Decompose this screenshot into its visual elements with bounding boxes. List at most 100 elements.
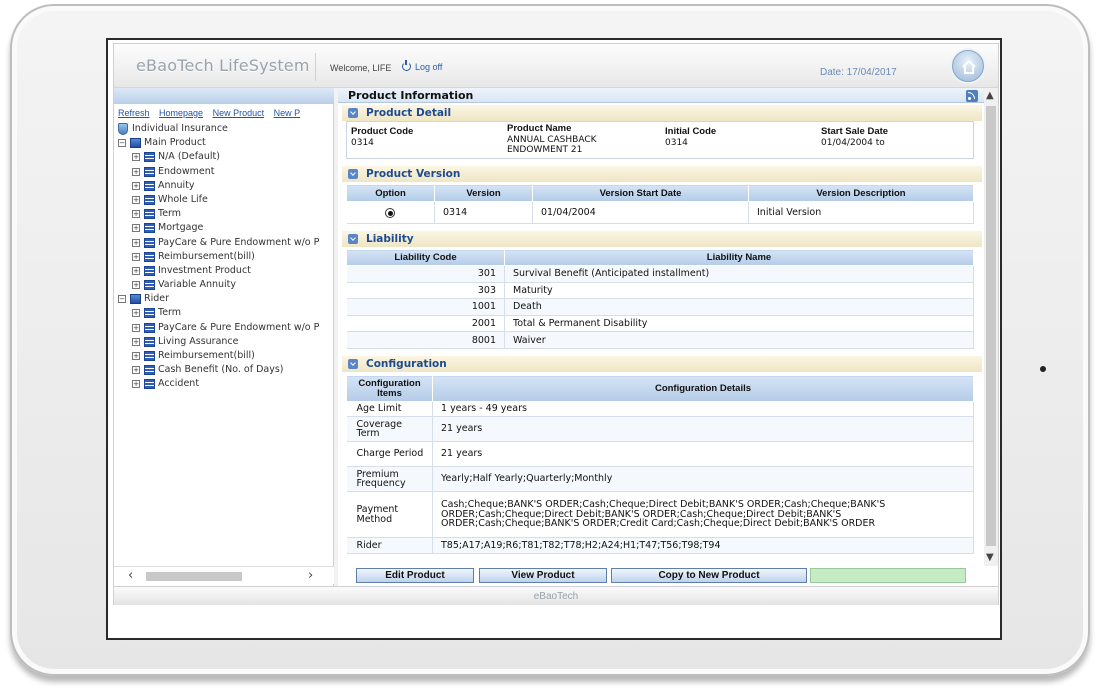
current-date: Date: 17/04/2017 (820, 67, 897, 78)
copy-to-new-product-button[interactable]: Copy to New Product (611, 568, 807, 583)
table-row: 303 Maturity (346, 282, 974, 300)
tree-node-label[interactable]: Annuity (158, 179, 195, 193)
collapse-icon[interactable] (348, 108, 358, 118)
column-header: Option (346, 184, 435, 202)
tree-node-label[interactable]: Whole Life (158, 193, 208, 207)
table-row: 8001 Waiver (346, 331, 974, 349)
edit-product-button[interactable]: Edit Product (356, 568, 474, 583)
power-icon (402, 60, 411, 71)
homepage-link[interactable]: Homepage (159, 108, 203, 118)
tree-node-label[interactable]: Reimbursement(bill) (158, 349, 255, 363)
expand-icon[interactable]: + (132, 309, 140, 318)
tree-node-label[interactable]: Mortgage (158, 221, 203, 235)
horizontal-scrollbar[interactable]: ‹ › (114, 566, 334, 584)
tree-node[interactable]: + Variable Annuity (118, 278, 332, 292)
tree-node-label[interactable]: Individual Insurance (132, 122, 228, 136)
view-product-button[interactable]: View Product (479, 568, 607, 583)
tree-node[interactable]: Individual Insurance (118, 122, 332, 136)
scroll-thumb[interactable] (146, 572, 242, 581)
scroll-right-icon[interactable]: › (308, 568, 313, 583)
tree-node-label[interactable]: Endowment (158, 165, 214, 179)
expand-icon[interactable]: + (132, 337, 140, 346)
expand-icon[interactable]: + (132, 167, 140, 176)
logoff-link[interactable]: Log off (402, 60, 442, 72)
tree-node-label[interactable]: Term (158, 207, 181, 221)
tree-node[interactable]: − Rider (118, 292, 332, 306)
new-product-link[interactable]: New Product (213, 108, 265, 118)
scroll-left-icon[interactable]: ‹ (128, 568, 133, 583)
collapse-icon[interactable] (348, 359, 358, 369)
tree-node-label[interactable]: Accident (158, 377, 199, 391)
scroll-thumb[interactable] (986, 106, 996, 546)
expand-icon[interactable]: + (132, 366, 140, 375)
section-configuration[interactable]: Configuration (342, 356, 982, 372)
tree-node[interactable]: + Living Assurance (118, 335, 332, 349)
tree-node[interactable]: + PayCare & Pure Endowment w/o P (118, 236, 332, 250)
tree-node-label[interactable]: N/A (Default) (158, 150, 220, 164)
expand-icon[interactable]: + (132, 210, 140, 219)
home-button[interactable] (952, 50, 984, 82)
collapse-icon[interactable]: − (118, 139, 126, 148)
tree-node[interactable]: + Annuity (118, 179, 332, 193)
collapse-icon[interactable] (348, 169, 358, 179)
section-liability[interactable]: Liability (342, 231, 982, 247)
tree-node-label[interactable]: Living Assurance (158, 335, 239, 349)
tree-node-label[interactable]: Reimbursement(bill) (158, 250, 255, 264)
new-package-link[interactable]: New P (274, 108, 301, 118)
tree-node[interactable]: + Reimbursement(bill) (118, 349, 332, 363)
list-icon (144, 180, 155, 191)
list-icon (144, 237, 155, 248)
list-icon (144, 265, 155, 276)
version-radio[interactable] (385, 207, 396, 218)
expand-icon[interactable]: + (132, 352, 140, 360)
tree-node-label[interactable]: Term (158, 306, 181, 320)
tree-node-label[interactable]: Investment Product (158, 264, 251, 278)
collapse-icon[interactable]: − (118, 295, 126, 304)
expand-icon[interactable]: + (132, 238, 140, 247)
tree-node[interactable]: + Term (118, 207, 332, 221)
tree-node[interactable]: + Whole Life (118, 193, 332, 207)
option-cell[interactable] (346, 201, 435, 224)
expand-icon[interactable]: + (132, 266, 140, 275)
tree-node[interactable]: + Endowment (118, 165, 332, 179)
tree-node[interactable]: + PayCare & Pure Endowment w/o P (118, 321, 332, 335)
expand-icon[interactable]: + (132, 252, 140, 261)
tree-node[interactable]: + Mortgage (118, 221, 332, 235)
section-product-version[interactable]: Product Version (342, 166, 982, 182)
tree-node-label[interactable]: Main Product (144, 136, 206, 150)
expand-icon[interactable]: + (132, 380, 140, 389)
expand-icon[interactable]: + (132, 224, 140, 233)
tree-node-label[interactable]: Cash Benefit (No. of Days) (158, 363, 284, 377)
liability-name: Maturity (504, 282, 974, 300)
product-tree: Individual Insurance − Main Product + N/A (D… (118, 122, 332, 392)
list-icon (144, 166, 155, 177)
tree-node[interactable]: + Investment Product (118, 264, 332, 278)
tree-node[interactable]: + N/A (Default) (118, 150, 332, 164)
expand-icon[interactable]: + (132, 281, 140, 290)
tree-node[interactable]: + Accident (118, 377, 332, 391)
collapse-icon[interactable] (348, 234, 358, 244)
tree-node[interactable]: − Main Product (118, 136, 332, 150)
scroll-down-icon[interactable]: ▼ (986, 552, 994, 563)
tree-node[interactable]: + Reimbursement(bill) (118, 250, 332, 264)
config-item: Rider (346, 537, 433, 554)
expand-icon[interactable]: + (132, 153, 140, 162)
refresh-link[interactable]: Refresh (118, 108, 150, 118)
tree-node-label[interactable]: PayCare & Pure Endowment w/o P (158, 236, 319, 250)
section-product-detail[interactable]: Product Detail (342, 105, 982, 121)
tree-node-label[interactable]: PayCare & Pure Endowment w/o P (158, 321, 319, 335)
expand-icon[interactable]: + (132, 323, 140, 332)
vertical-scrollbar[interactable]: ▲ ▼ (984, 88, 998, 566)
rss-icon[interactable] (966, 90, 978, 102)
field-value: 0314 (665, 138, 688, 148)
expand-icon[interactable]: + (132, 195, 140, 204)
tree-node-label[interactable]: Rider (144, 292, 169, 306)
tree-node-label[interactable]: Variable Annuity (158, 278, 236, 292)
tree-node[interactable]: + Term (118, 306, 332, 320)
tree-node[interactable]: + Cash Benefit (No. of Days) (118, 363, 332, 377)
expand-icon[interactable]: + (132, 181, 140, 190)
table-row[interactable]: 0314 01/04/2004 Initial Version (346, 201, 974, 224)
scroll-up-icon[interactable]: ▲ (986, 90, 994, 101)
liability-table: Liability Code Liability Name 301 Surviva… (346, 249, 974, 349)
product-detail-box: Product Code 0314 Product Name ANNUAL CASH… (346, 121, 974, 159)
